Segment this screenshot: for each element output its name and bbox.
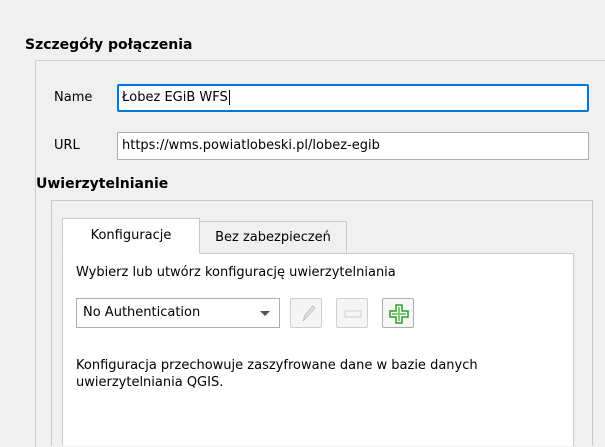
pencil-icon bbox=[302, 305, 316, 322]
url-label: URL bbox=[54, 138, 80, 153]
tab-konfiguracje-label: Konfiguracje bbox=[90, 228, 172, 243]
auth-config-selected-value: No Authentication bbox=[83, 305, 201, 320]
name-input[interactable]: Łobez EGiB WFS bbox=[117, 84, 589, 112]
auth-instruction-text: Wybierz lub utwórz konfigurację uwierzyt… bbox=[76, 265, 396, 280]
text-caret bbox=[228, 90, 230, 105]
chevron-down-icon bbox=[260, 311, 270, 316]
name-label: Name bbox=[54, 90, 93, 105]
url-input-value: https://wms.powiatlobeski.pl/lobez-egib bbox=[122, 138, 380, 153]
edit-auth-config-button[interactable] bbox=[290, 298, 322, 328]
remove-auth-config-button[interactable] bbox=[336, 298, 368, 328]
auth-description-line-1: Konfiguracja przechowuje zaszyfrowane da… bbox=[76, 358, 478, 373]
connection-details-title: Szczegóły połączenia bbox=[25, 37, 193, 53]
url-input[interactable]: https://wms.powiatlobeski.pl/lobez-egib bbox=[117, 132, 589, 160]
tab-bez-zabezpieczen-label: Bez zabezpieczeń bbox=[215, 230, 331, 245]
auth-description: Konfiguracja przechowuje zaszyfrowane da… bbox=[76, 357, 576, 391]
add-auth-config-button[interactable] bbox=[382, 298, 414, 328]
auth-description-line-2: uwierzytelniania QGIS. bbox=[76, 375, 224, 390]
authentication-title: Uwierzytelnianie bbox=[36, 176, 169, 192]
tab-bez-zabezpieczen[interactable]: Bez zabezpieczeń bbox=[199, 221, 347, 254]
minus-icon bbox=[344, 310, 362, 318]
auth-config-select[interactable]: No Authentication bbox=[76, 298, 280, 328]
plus-icon bbox=[389, 304, 409, 324]
name-input-value: Łobez EGiB WFS bbox=[122, 90, 228, 105]
tab-konfiguracje[interactable]: Konfiguracje bbox=[62, 218, 200, 254]
